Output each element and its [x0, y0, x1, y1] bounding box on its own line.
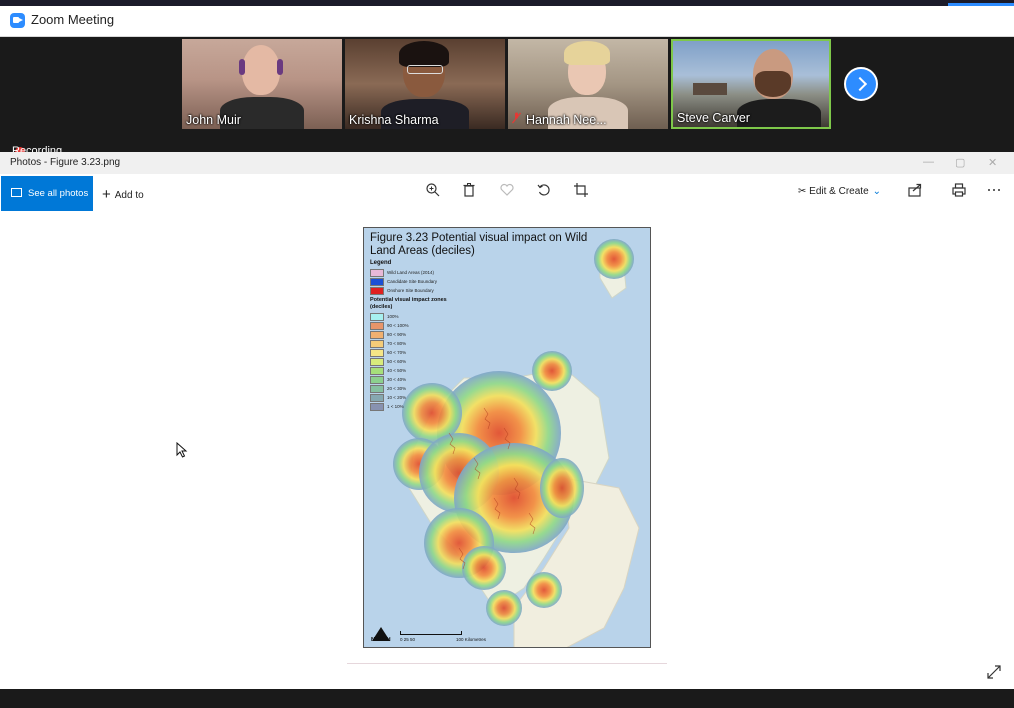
photos-title-bar: Photos - Figure 3.23.png — ▢ ✕ — [0, 152, 1014, 174]
headphones-icon — [239, 59, 245, 75]
house-in-background — [693, 83, 727, 95]
north-label: NORTH — [371, 637, 391, 643]
next-participants-button[interactable] — [844, 67, 878, 101]
zoom-bottom-bar — [0, 689, 1014, 708]
beard — [755, 71, 791, 97]
legend-item: Wild Land Areas (2014) — [370, 269, 434, 277]
rotate-icon[interactable] — [535, 181, 553, 199]
more-icon[interactable] — [985, 181, 1003, 199]
figure-title: Figure 3.23 Potential visual impact on W… — [370, 232, 588, 257]
edit-create-button[interactable]: ✂ Edit & Create ⌄ — [798, 186, 881, 197]
favorite-heart-icon[interactable] — [498, 181, 516, 199]
participant-name: John Muir — [186, 113, 241, 127]
chevron-down-icon: ⌄ — [872, 186, 882, 197]
zone-legend-item: 80 < 90% — [370, 331, 406, 339]
edit-create-icon: ✂ — [798, 186, 807, 197]
legend-item: Onshore Site Boundary — [370, 287, 434, 295]
see-all-photos-label: See all photos — [28, 188, 89, 199]
maximize-icon[interactable]: ▢ — [955, 156, 965, 169]
participant-name: Steve Carver — [677, 111, 750, 125]
edit-create-label: Edit & Create — [809, 186, 869, 197]
zoom-in-icon[interactable] — [424, 181, 442, 199]
see-all-photos-button[interactable]: See all photos — [1, 176, 93, 211]
figure-image: Figure 3.23 Potential visual impact on W… — [363, 227, 651, 648]
zoom-camera-icon — [10, 13, 25, 28]
zone-legend-item: 70 < 80% — [370, 340, 406, 348]
participant-name: Krishna Sharma — [349, 113, 439, 127]
image-divider — [347, 663, 667, 664]
participant-name: Hannah Nee... — [526, 113, 607, 127]
mouse-cursor-icon — [176, 442, 188, 458]
zone-legend-item: 60 < 70% — [370, 349, 406, 357]
add-to-label: Add to — [114, 190, 144, 201]
zone-legend-item: 20 < 30% — [370, 385, 406, 393]
glasses-icon — [407, 65, 443, 74]
participant-strip: John Muir Krishna Sharma Hannah Nee... S… — [0, 37, 1014, 155]
zone-legend-item: 30 < 40% — [370, 376, 406, 384]
scale-tick-labels: 0 25 50 — [400, 637, 416, 642]
scale-bar — [400, 631, 462, 635]
zone-legend-item: 40 < 50% — [370, 367, 406, 375]
legend-item: Candidate Site Boundary — [370, 278, 437, 286]
legend-heading: Legend — [370, 260, 392, 266]
zones-heading: Potential visual impact zones (deciles) — [370, 297, 447, 310]
share-icon[interactable] — [906, 181, 924, 199]
crop-icon[interactable] — [572, 181, 590, 199]
print-icon[interactable] — [950, 181, 968, 199]
photos-window: Photos - Figure 3.23.png — ▢ ✕ See all p… — [0, 152, 1014, 689]
zone-legend-item: 100% — [370, 313, 399, 321]
mic-muted-icon — [512, 112, 521, 124]
minimize-icon[interactable]: — — [923, 156, 934, 168]
participant-tile-active-speaker[interactable]: Steve Carver — [671, 39, 831, 129]
participant-tile[interactable]: Krishna Sharma — [345, 39, 505, 129]
photos-icon — [11, 188, 22, 197]
zone-legend-item: 90 < 100% — [370, 322, 409, 330]
photos-toolbar: See all photos + Add to ✂ Edit & Create ⌄ — [0, 174, 1014, 211]
add-to-button[interactable]: + Add to — [102, 185, 144, 203]
zone-legend-item: 10 < 20% — [370, 394, 406, 402]
zone-legend-item: 1 < 10% — [370, 403, 404, 411]
scale-label: 100 Kilometres — [456, 637, 487, 642]
participant-tile[interactable]: Hannah Nee... — [508, 39, 668, 129]
photos-window-title: Photos - Figure 3.23.png — [10, 157, 121, 168]
zone-legend-item: 50 < 60% — [370, 358, 406, 366]
plus-icon: + — [102, 186, 111, 203]
participant-tile[interactable]: John Muir — [182, 39, 342, 129]
participant-video — [242, 45, 280, 95]
close-icon[interactable]: ✕ — [988, 156, 997, 169]
zoom-title-bar: Zoom Meeting — [0, 6, 1014, 37]
zoom-window-title: Zoom Meeting — [31, 12, 115, 27]
delete-icon[interactable] — [460, 181, 478, 199]
full-screen-expand-icon[interactable] — [986, 664, 1002, 680]
